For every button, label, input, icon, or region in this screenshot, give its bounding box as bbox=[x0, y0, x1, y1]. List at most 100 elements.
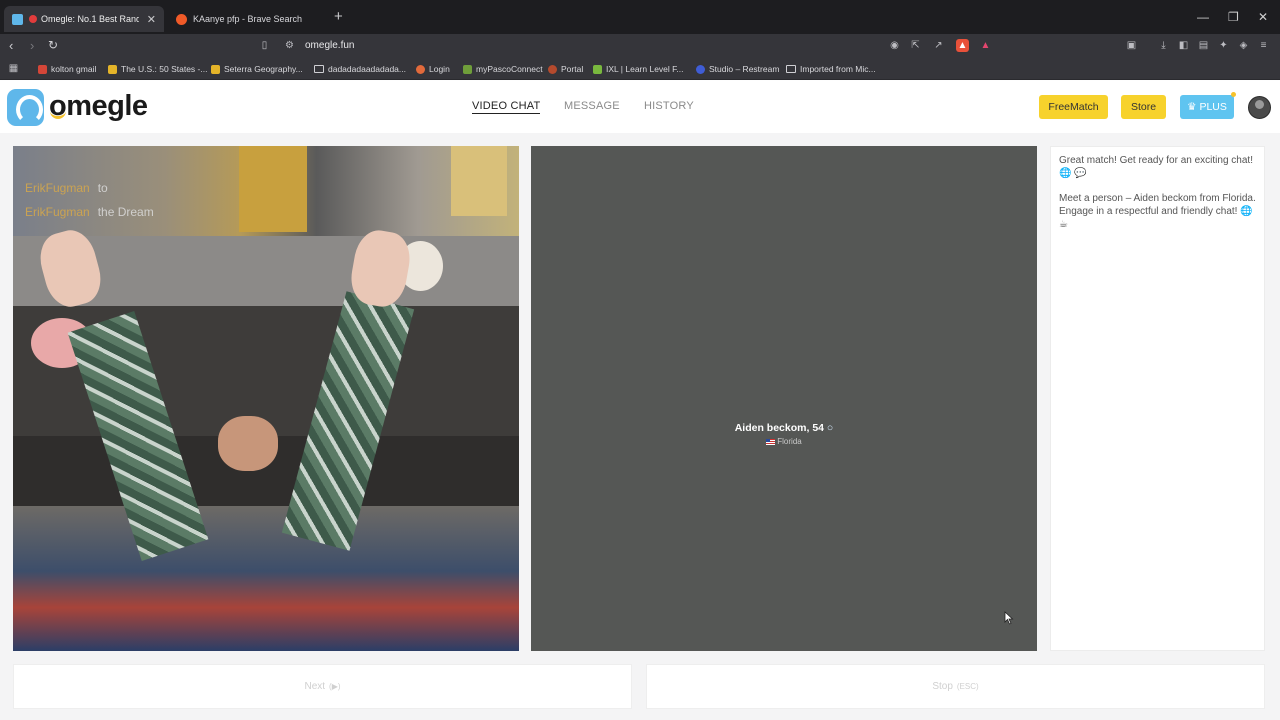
bookmark-item[interactable]: Seterra Geography... bbox=[211, 63, 303, 75]
bookmark-item[interactable]: myPascoConnect bbox=[463, 63, 543, 75]
freematch-button[interactable]: FreeMatch bbox=[1039, 95, 1108, 119]
brave-rewards-icon[interactable]: ▲ bbox=[979, 39, 992, 52]
poster bbox=[451, 146, 507, 216]
notification-dot bbox=[1231, 92, 1236, 97]
stop-label: Stop bbox=[932, 681, 953, 692]
bookmark-label: IXL | Learn Level F... bbox=[606, 64, 684, 74]
address-bar[interactable]: omegle.fun bbox=[305, 40, 354, 51]
store-button[interactable]: Store bbox=[1121, 95, 1166, 119]
restream-icon bbox=[696, 64, 705, 74]
close-window-icon[interactable]: ✕ bbox=[1258, 10, 1268, 24]
avatar[interactable] bbox=[1248, 96, 1271, 119]
vpn-icon[interactable]: ◈ bbox=[1237, 39, 1250, 52]
next-button[interactable]: Next (▶) bbox=[13, 664, 632, 709]
bookmark-item[interactable]: Login bbox=[416, 63, 450, 75]
menu-icon[interactable]: ≡ bbox=[1257, 39, 1270, 52]
overlay-name: ErikFugman bbox=[25, 181, 90, 195]
peer-location: Florida bbox=[531, 437, 1037, 446]
brave-favicon-icon bbox=[176, 13, 187, 25]
login-icon bbox=[416, 64, 425, 74]
omegle-favicon-icon bbox=[12, 13, 23, 25]
gmail-icon bbox=[38, 64, 47, 74]
bookmark-label: The U.S.: 50 States -... bbox=[121, 64, 208, 74]
nav-video-chat[interactable]: VIDEO CHAT bbox=[472, 100, 541, 114]
chat-message: Great match! Get ready for an exciting c… bbox=[1059, 155, 1253, 179]
portal-icon bbox=[548, 64, 557, 74]
cast-icon[interactable]: ◉ bbox=[888, 39, 901, 52]
stream-overlay-line: ErikFugman to bbox=[25, 181, 108, 195]
chat-message: Meet a person – Aiden beckom from Florid… bbox=[1059, 193, 1256, 230]
ixl-icon bbox=[593, 64, 602, 74]
browser-tab-bar: Omegle: No.1 Best Random V ✕ KAanye pfp … bbox=[0, 0, 1280, 34]
bookmark-icon[interactable]: ▯ bbox=[258, 39, 271, 52]
split-view-icon[interactable]: ◧ bbox=[1177, 39, 1190, 52]
face bbox=[218, 416, 278, 471]
tab-title: KAanye pfp - Brave Search bbox=[193, 14, 303, 24]
overlay-sub: to bbox=[97, 181, 108, 195]
download-icon[interactable]: ⤓ bbox=[1157, 39, 1170, 52]
tab-omegle[interactable]: Omegle: No.1 Best Random V ✕ bbox=[4, 6, 164, 32]
overlay-name: ErikFugman bbox=[25, 205, 90, 219]
tab-title: Omegle: No.1 Best Random V bbox=[41, 14, 139, 24]
bookmark-folder[interactable]: dadadadaadadada... bbox=[314, 63, 406, 75]
sidebar-toggle-icon[interactable]: ▣ bbox=[1125, 39, 1138, 52]
tab-brave-search[interactable]: KAanye pfp - Brave Search bbox=[168, 6, 328, 32]
bookmark-item[interactable]: Portal bbox=[548, 63, 583, 75]
bookmark-item[interactable]: IXL | Learn Level F... bbox=[593, 63, 684, 75]
stop-hint: (ESC) bbox=[956, 682, 979, 691]
bookmark-item[interactable]: kolton gmail bbox=[38, 63, 96, 75]
bookmark-folder[interactable]: Imported from Mic... bbox=[786, 63, 876, 75]
stream-overlay-line: ErikFugman the Dream bbox=[25, 205, 154, 219]
omegle-logo-icon[interactable] bbox=[7, 89, 44, 126]
peer-name: Aiden beckom, 54 bbox=[734, 422, 824, 434]
overlay-sub: the Dream bbox=[97, 205, 154, 219]
peer-video-feed bbox=[531, 146, 1037, 651]
next-label: Next bbox=[304, 681, 326, 692]
peer-name-label: Aiden beckom, 54 ○ bbox=[531, 422, 1037, 434]
next-hint: (▶) bbox=[329, 682, 341, 691]
poster bbox=[239, 146, 307, 232]
folder-icon bbox=[786, 65, 796, 73]
bookmarks-bar: ▦ kolton gmail The U.S.: 50 States -... … bbox=[0, 58, 1280, 80]
open-external-icon[interactable]: ⇱ bbox=[909, 39, 922, 52]
us-flag-icon bbox=[766, 439, 776, 445]
forward-icon[interactable]: › bbox=[30, 38, 34, 53]
folder-icon bbox=[314, 65, 324, 73]
apps-grid-icon[interactable]: ▦ bbox=[7, 62, 20, 75]
site-header: omegle VIDEO CHAT MESSAGE HISTORY FreeMa… bbox=[0, 81, 1280, 133]
nav-history[interactable]: HISTORY bbox=[644, 100, 694, 112]
mouse-cursor-icon bbox=[1004, 611, 1014, 625]
bed-blanket bbox=[13, 506, 519, 651]
wallet-icon[interactable]: ▤ bbox=[1197, 39, 1210, 52]
site-info-icon[interactable]: ⚙ bbox=[283, 39, 296, 52]
browser-toolbar: ‹ › ↻ ▯ ⚙ omegle.fun ◉ ⇱ ↗ ▲ ▲ ▣ ⤓ ◧ ▤ ✦… bbox=[0, 34, 1280, 58]
leo-ai-icon[interactable]: ✦ bbox=[1217, 39, 1230, 52]
bookmark-label: Login bbox=[429, 64, 450, 74]
seterra-icon bbox=[211, 64, 220, 74]
bookmark-item[interactable]: Studio – Restream bbox=[696, 63, 779, 75]
stop-button[interactable]: Stop (ESC) bbox=[646, 664, 1265, 709]
bookmark-item[interactable]: The U.S.: 50 States -... bbox=[108, 63, 207, 75]
self-video-feed: ErikFugman to ErikFugman the Dream bbox=[13, 146, 519, 651]
new-tab-icon[interactable]: + bbox=[334, 9, 343, 25]
bookmark-label: Portal bbox=[561, 64, 584, 74]
plus-button[interactable]: ♛ PLUS bbox=[1180, 95, 1234, 119]
nav-message[interactable]: MESSAGE bbox=[564, 100, 620, 112]
ring-icon: ○ bbox=[826, 422, 834, 434]
seterra-icon bbox=[108, 64, 117, 74]
back-icon[interactable]: ‹ bbox=[9, 38, 13, 53]
close-tab-icon[interactable]: ✕ bbox=[147, 13, 156, 26]
bookmark-label: myPascoConnect bbox=[476, 64, 543, 74]
minimize-icon[interactable]: — bbox=[1197, 10, 1209, 24]
site-logo-text[interactable]: omegle bbox=[49, 90, 148, 123]
brave-shields-icon[interactable]: ▲ bbox=[956, 39, 969, 52]
share-icon[interactable]: ↗ bbox=[932, 39, 945, 52]
reload-icon[interactable]: ↻ bbox=[48, 38, 58, 53]
chat-panel: Great match! Get ready for an exciting c… bbox=[1050, 146, 1265, 651]
bookmark-label: kolton gmail bbox=[51, 64, 97, 74]
recording-indicator-icon bbox=[29, 15, 37, 23]
bookmark-label: dadadadaadadada... bbox=[328, 64, 406, 74]
bookmark-label: Imported from Mic... bbox=[800, 64, 876, 74]
restore-icon[interactable]: ❐ bbox=[1228, 10, 1239, 24]
bookmark-label: Seterra Geography... bbox=[224, 64, 303, 74]
